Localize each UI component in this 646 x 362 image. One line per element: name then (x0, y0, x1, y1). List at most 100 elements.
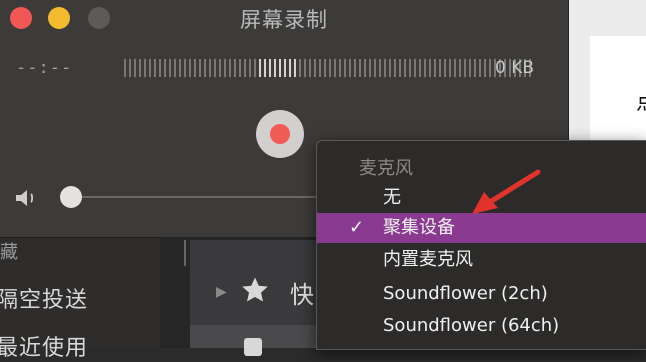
meter-bar (254, 59, 256, 77)
meter-bar (274, 59, 276, 77)
meter-bar (394, 59, 396, 77)
meter-bar (244, 59, 246, 77)
meter-bar (344, 59, 346, 77)
record-button[interactable] (256, 110, 304, 158)
menu-item-label: 聚集设备 (383, 217, 455, 238)
meter-bar (284, 59, 286, 77)
meter-bar (384, 59, 386, 77)
meter-bar (249, 59, 251, 77)
speaker-icon (14, 187, 40, 213)
sidebar-section-label: 藏 (0, 242, 19, 263)
checkbox[interactable] (244, 338, 262, 356)
meter-bar (134, 59, 136, 77)
meter-bar (314, 59, 316, 77)
meter-bar (239, 59, 241, 77)
star-icon (240, 275, 270, 309)
meter-bar (294, 59, 296, 77)
meter-bar (414, 59, 416, 77)
chevron-right-icon[interactable]: ▶ (216, 284, 227, 300)
meter-bar (279, 59, 281, 77)
meter-bar (129, 59, 131, 77)
meter-bar (179, 59, 181, 77)
meter-bar (234, 59, 236, 77)
meter-bar (424, 59, 426, 77)
meter-bar (174, 59, 176, 77)
menu-item-soundflower-2ch[interactable]: Soundflower (2ch) (317, 279, 646, 309)
meter-bar (399, 59, 401, 77)
meter-bar (169, 59, 171, 77)
meter-bar (194, 59, 196, 77)
meter-bar (149, 59, 151, 77)
meter-bar (144, 59, 146, 77)
meter-bar (349, 59, 351, 77)
meter-bar (489, 59, 491, 77)
menu-item-built-in-mic[interactable]: 内置麦克风 (317, 245, 646, 275)
meter-bar (479, 59, 481, 77)
meter-bar (264, 59, 266, 77)
meter-bar (374, 59, 376, 77)
background-window-text: 点 (636, 84, 646, 116)
meter-bar (219, 59, 221, 77)
record-icon (270, 124, 290, 144)
window-title: 屏幕录制 (240, 8, 328, 32)
meter-bar (429, 59, 431, 77)
meter-bar (299, 59, 301, 77)
checkmark-icon: ✓ (349, 217, 365, 238)
meter-bar (459, 59, 461, 77)
sidebar-item-recent[interactable]: 最近使用 (0, 330, 88, 362)
meter-bar (359, 59, 361, 77)
meter-bar (309, 59, 311, 77)
volume-slider-track[interactable] (70, 196, 320, 198)
meter-bar (474, 59, 476, 77)
meter-bar (334, 59, 336, 77)
recording-timer: --:-- (16, 58, 73, 78)
menu-item-label: 内置麦克风 (383, 249, 473, 270)
quick-access-label: 快 (290, 281, 314, 309)
divider (184, 240, 186, 266)
meter-bar (324, 59, 326, 77)
meter-bar (369, 59, 371, 77)
meter-bar (269, 59, 271, 77)
audio-level-meter (124, 58, 538, 78)
meter-bar (364, 59, 366, 77)
meter-bar (259, 59, 261, 77)
file-size: 0 KB (495, 58, 535, 78)
meter-bar (124, 59, 126, 77)
menu-item-label: Soundflower (2ch) (383, 283, 548, 304)
meter-bar (224, 59, 226, 77)
menu-item-soundflower-64ch[interactable]: Soundflower (64ch) (317, 311, 646, 341)
meter-bar (409, 59, 411, 77)
menu-header: 麦克风 (359, 158, 413, 179)
meter-bar (329, 59, 331, 77)
meter-bar (139, 59, 141, 77)
meter-bar (419, 59, 421, 77)
meter-bar (214, 59, 216, 77)
meter-bar (464, 59, 466, 77)
meter-bar (159, 59, 161, 77)
annotation-arrow-icon (464, 168, 544, 222)
meter-bar (379, 59, 381, 77)
meter-bar (184, 59, 186, 77)
meter-bar (444, 59, 446, 77)
meter-bar (189, 59, 191, 77)
meter-bar (434, 59, 436, 77)
meter-bar (484, 59, 486, 77)
meter-bar (319, 59, 321, 77)
meter-bar (229, 59, 231, 77)
meter-bar (339, 59, 341, 77)
meter-bar (199, 59, 201, 77)
meter-bar (404, 59, 406, 77)
meter-bar (454, 59, 456, 77)
meter-bar (164, 59, 166, 77)
meter-bar (209, 59, 211, 77)
meter-bar (469, 59, 471, 77)
meter-bar (449, 59, 451, 77)
volume-slider-knob[interactable] (60, 186, 82, 208)
meter-bar (154, 59, 156, 77)
meter-bar (204, 59, 206, 77)
menu-item-label: 无 (383, 187, 401, 208)
meter-bar (439, 59, 441, 77)
sidebar-item-airdrop[interactable]: 隔空投送 (0, 282, 88, 314)
meter-bar (389, 59, 391, 77)
menu-item-label: Soundflower (64ch) (383, 315, 560, 336)
